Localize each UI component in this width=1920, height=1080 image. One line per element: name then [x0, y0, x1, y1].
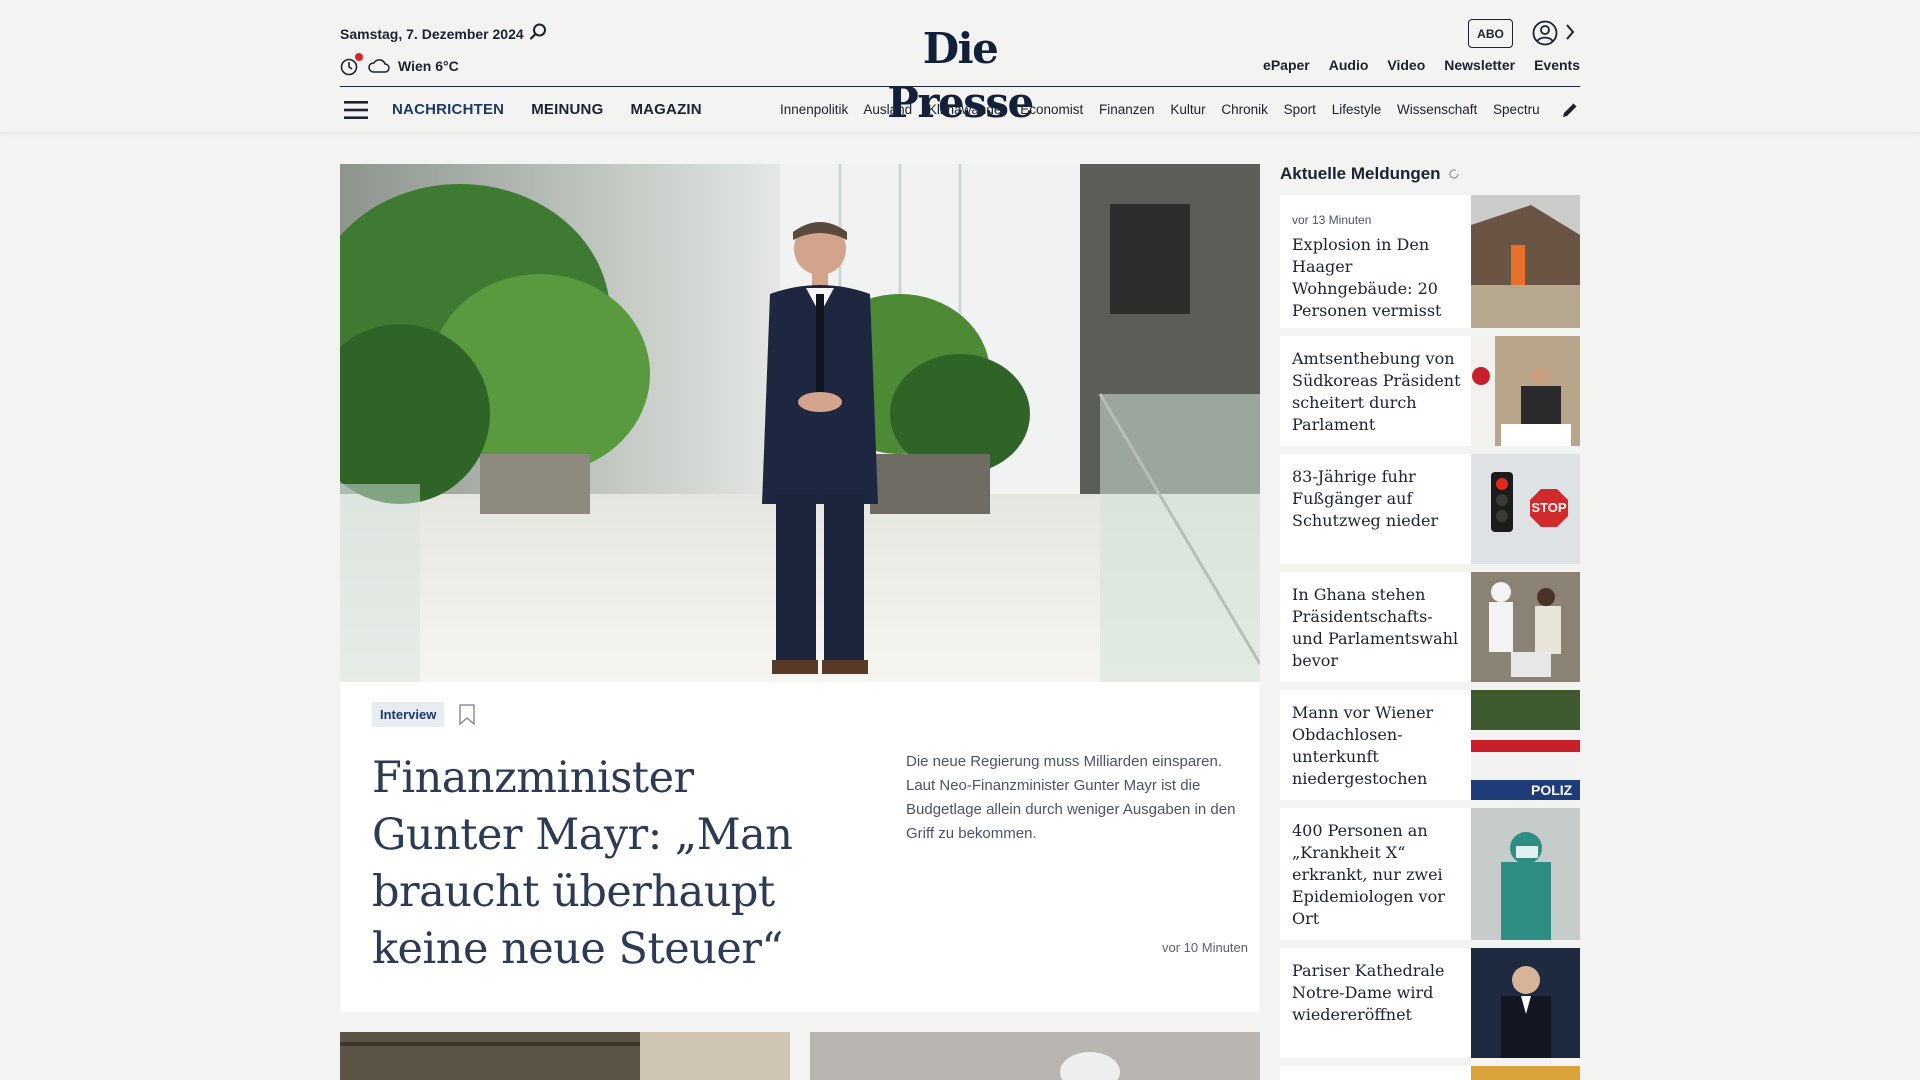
notification-icon[interactable] [340, 53, 363, 76]
svg-text:STOP: STOP [1531, 500, 1566, 515]
section-kultur[interactable]: Kultur [1170, 102, 1205, 117]
user-icon[interactable] [1532, 20, 1558, 46]
search-icon[interactable] [528, 22, 548, 42]
news-item[interactable]: Mann vor Wiener Obdachlosen­unterkunft n… [1280, 690, 1580, 800]
bookmark-icon[interactable] [458, 704, 476, 726]
teaser-image-2[interactable] [810, 1032, 1260, 1080]
link-epaper[interactable]: ePaper [1263, 57, 1310, 73]
news-title: 400 Personen an „Krankheit X“ erkrankt, … [1292, 821, 1445, 928]
link-newsletter[interactable]: Newsletter [1444, 57, 1515, 73]
svg-text:POLIZ: POLIZ [1531, 782, 1573, 798]
site-header: Samstag, 7. Dezember 2024 Wien 6°C Die P… [0, 0, 1920, 132]
section-lifestyle[interactable]: Lifestyle [1332, 102, 1382, 117]
news-title: Amtsenthebung von Südkoreas Präsident sc… [1292, 349, 1461, 434]
news-title: Explosion in Den Haager Wohngebäude: 20 … [1292, 235, 1442, 320]
pencil-icon[interactable] [1561, 101, 1579, 119]
header-divider [340, 86, 1580, 87]
current-date: Samstag, 7. Dezember 2024 [340, 26, 524, 42]
nav-magazin[interactable]: MAGAZIN [630, 101, 701, 118]
hero-photo [340, 164, 1260, 682]
news-thumbnail: POLIZ [1471, 690, 1580, 800]
news-item-partial[interactable] [1280, 1066, 1580, 1080]
section-economist[interactable]: Economist [1020, 102, 1083, 117]
news-thumbnail [1471, 336, 1580, 446]
top-links: ePaper Audio Video Newsletter Events [1263, 57, 1580, 73]
main-nav: NACHRICHTEN MEINUNG MAGAZIN [392, 101, 702, 118]
link-video[interactable]: Video [1387, 57, 1425, 73]
news-thumbnail: STOP [1471, 454, 1580, 564]
hero-image[interactable] [340, 164, 1260, 682]
section-sport[interactable]: Sport [1284, 102, 1316, 117]
section-finanzen[interactable]: Finanzen [1099, 102, 1155, 117]
news-thumbnail [1471, 195, 1580, 328]
news-item[interactable]: vor 13 Minuten Explosion in Den Haager W… [1280, 195, 1580, 328]
cloud-icon [368, 59, 390, 73]
article-tag[interactable]: Interview [372, 702, 445, 727]
section-innenpolitik[interactable]: Innenpolitik [780, 102, 848, 117]
link-events[interactable]: Events [1534, 57, 1580, 73]
section-wissenschaft[interactable]: Wissenschaft [1397, 102, 1477, 117]
news-title: Pariser Kathedrale Notre-Dame wird wiede… [1292, 961, 1445, 1024]
news-title: Mann vor Wiener Obdachlosen­unterkunft n… [1292, 703, 1434, 788]
teaser-image-1[interactable] [340, 1032, 790, 1080]
abo-button[interactable]: ABO [1468, 19, 1513, 48]
nav-meinung[interactable]: MEINUNG [531, 101, 603, 118]
news-thumbnail [1471, 1066, 1580, 1080]
nav-nachrichten[interactable]: NACHRICHTEN [392, 101, 504, 118]
news-item[interactable]: In Ghana stehen Präsidentschafts- und Pa… [1280, 572, 1580, 682]
hero-article-card[interactable]: Interview Finanzminister Gunter Mayr: „M… [340, 682, 1260, 1012]
chevron-right-icon[interactable] [1564, 23, 1576, 41]
section-ausland[interactable]: Ausland [863, 102, 912, 117]
news-title: 83-Jährige fuhr Fußgänger auf Schutzweg … [1292, 467, 1439, 530]
refresh-icon [1448, 169, 1459, 179]
news-item[interactable]: 400 Personen an „Krankheit X“ erkrankt, … [1280, 808, 1580, 940]
section-spectrum[interactable]: Spectrum [1493, 102, 1540, 117]
notification-dot [355, 53, 363, 61]
hero-time: vor 10 Minuten [1162, 940, 1248, 955]
news-item[interactable]: 83-Jährige fuhr Fußgänger auf Schutzweg … [1280, 454, 1580, 564]
news-thumbnail [1471, 572, 1580, 682]
sidebar-title-text: Aktuelle Meldungen [1280, 164, 1441, 183]
hamburger-icon[interactable] [344, 100, 368, 120]
news-item[interactable]: Pariser Kathedrale Notre-Dame wird wiede… [1280, 948, 1580, 1058]
link-audio[interactable]: Audio [1329, 57, 1369, 73]
news-thumbnail [1471, 808, 1580, 940]
news-item[interactable]: Amtsenthebung von Südkoreas Präsident sc… [1280, 336, 1580, 446]
news-title: In Ghana stehen Präsidentschafts- und Pa… [1292, 585, 1459, 670]
news-time: vor 13 Minuten [1292, 213, 1372, 227]
sidebar-title: Aktuelle Meldungen [1280, 164, 1461, 184]
news-thumbnail [1471, 948, 1580, 1058]
hero-headline[interactable]: Finanzminister Gunter Mayr: „Man braucht… [372, 750, 832, 978]
section-nav: Innenpolitik Ausland Klimawandel Economi… [780, 102, 1540, 117]
section-klimawandel[interactable]: Klimawandel [928, 102, 1005, 117]
weather-text: Wien 6°C [398, 58, 459, 74]
weather-widget: Wien 6°C [340, 53, 459, 76]
hero-teaser: Die neue Regierung muss Milliarden einsp… [906, 753, 1236, 842]
section-chronik[interactable]: Chronik [1221, 102, 1268, 117]
